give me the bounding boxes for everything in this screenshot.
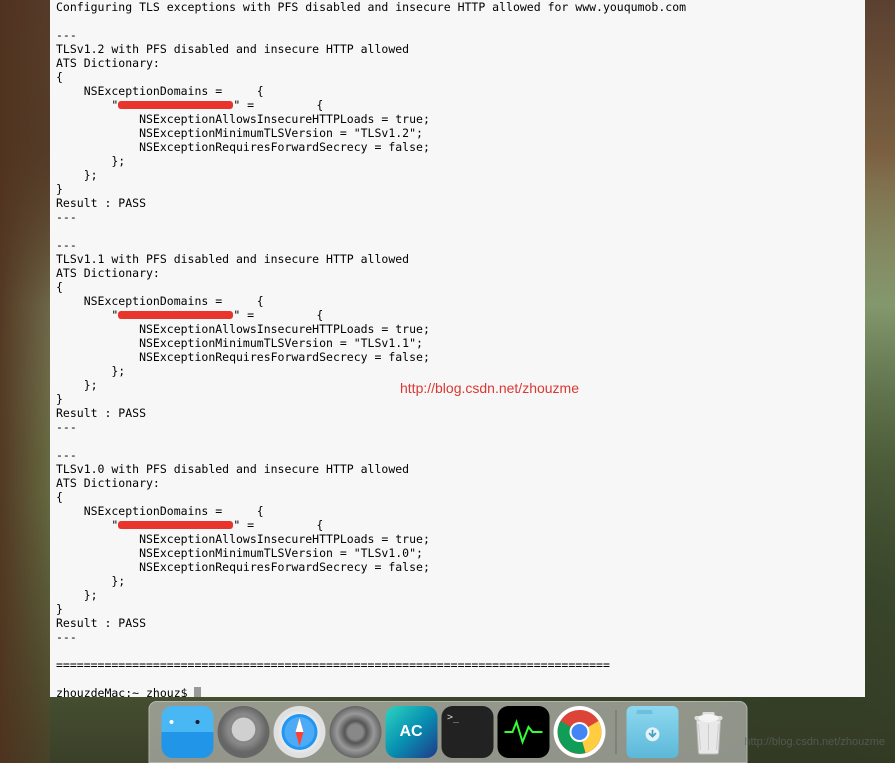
redacted-domain [118,311,233,319]
dock-safari-icon[interactable] [273,706,325,758]
watermark-corner: http://blog.csdn.net/zhouzme [744,736,885,748]
dock-settings-icon[interactable] [329,706,381,758]
redacted-domain [118,521,233,529]
terminal-window[interactable]: Configuring TLS exceptions with PFS disa… [50,0,865,697]
watermark-center: http://blog.csdn.net/zhouzme [400,380,579,396]
dock-activity-monitor-icon[interactable] [497,706,549,758]
terminal-output: Configuring TLS exceptions with PFS disa… [56,0,859,697]
dock-downloads-icon[interactable] [626,706,678,758]
terminal-label: >_ [447,712,459,723]
redacted-domain [118,101,233,109]
wallpaper-edge [0,0,50,763]
dock-divider [615,710,616,754]
dock-trash-icon[interactable] [682,706,734,758]
dock-finder-icon[interactable] [161,706,213,758]
dock-launchpad-icon[interactable] [217,706,269,758]
appcode-label: AC [399,723,422,741]
dock-chrome-icon[interactable] [553,706,605,758]
dock-terminal-icon[interactable]: >_ [441,706,493,758]
dock: AC >_ [148,701,747,763]
terminal-cursor [194,687,201,697]
dock-appcode-icon[interactable]: AC [385,706,437,758]
